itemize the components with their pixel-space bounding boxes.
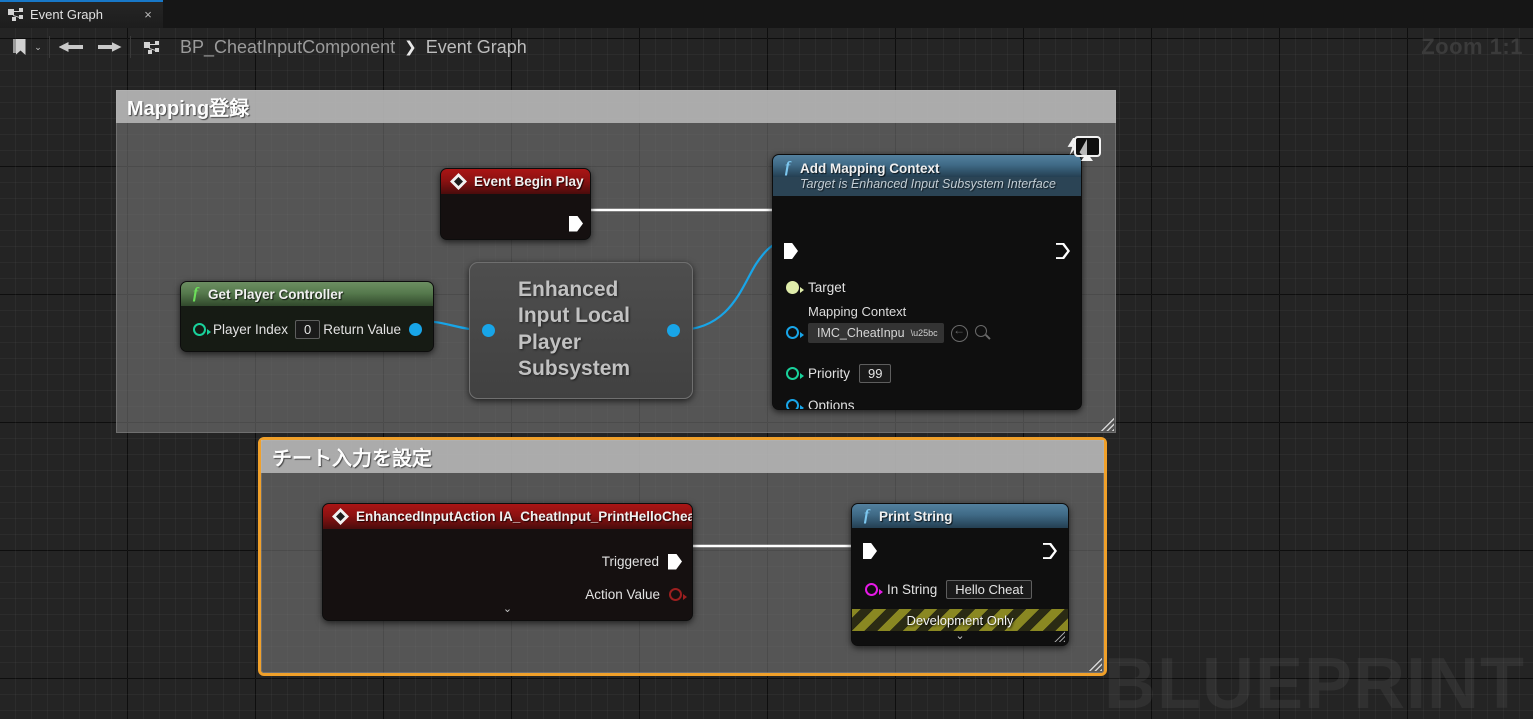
comment-header[interactable]: Mapping登録 — [116, 90, 1116, 123]
blueprint-graph-canvas[interactable]: BLUEPRINT Mapping登録 チート入力を設定 Event Begin… — [0, 28, 1533, 719]
pin-row-mapping-context[interactable]: Mapping Context IMC_CheatInpu \u25bc — [786, 304, 992, 343]
node-title: EnhancedInputAction IA_CheatInput_PrintH… — [356, 509, 693, 524]
node-body — [441, 194, 590, 239]
tab-strip: Event Graph × — [0, 0, 1533, 28]
arrow-right-icon[interactable] — [90, 28, 129, 66]
pin-label: Triggered — [601, 554, 659, 569]
node-title: Get Player Controller — [208, 286, 344, 302]
exec-in-pin[interactable] — [784, 243, 798, 259]
pin-label: Options — [808, 398, 855, 410]
node-event-begin-play[interactable]: Event Begin Play — [440, 168, 591, 240]
tab-event-graph[interactable]: Event Graph × — [0, 0, 163, 28]
comment-title: Mapping登録 — [127, 98, 250, 120]
node-subtitle: Target is Enhanced Input Subsystem Inter… — [773, 177, 1081, 196]
node-title: Add Mapping Context — [800, 160, 940, 176]
graph-toolbar: ⌄ BP_CheatInputComponent ❯ Event Graph Z… — [0, 28, 1533, 66]
pin-row-triggered[interactable]: Triggered — [602, 548, 682, 575]
subsystem-in-pin[interactable] — [482, 324, 495, 337]
pin-row-options[interactable]: Options — [786, 392, 855, 410]
pin-label: Target — [808, 280, 846, 295]
subsystem-out-pin[interactable] — [667, 324, 680, 337]
pin-label: Player Index — [213, 322, 289, 337]
exec-out-pin[interactable] — [569, 215, 583, 232]
bookmark-icon[interactable] — [0, 28, 28, 66]
node-add-mapping-context[interactable]: f Add Mapping Context Target is Enhanced… — [772, 154, 1082, 410]
tab-label: Event Graph — [30, 6, 103, 22]
options-in-pin[interactable] — [786, 399, 804, 409]
node-expander-toggle[interactable]: ⌄ — [323, 599, 692, 618]
target-in-pin[interactable] — [786, 281, 804, 294]
node-enhanced-input-action[interactable]: EnhancedInputAction IA_CheatInput_PrintH… — [322, 503, 693, 621]
triggered-out-pin[interactable] — [668, 553, 682, 570]
in-string-input[interactable]: Hello Cheat — [946, 580, 1033, 599]
function-f-icon: f — [863, 507, 870, 524]
comment-title: チート入力を設定 — [272, 448, 432, 470]
node-body: Player Index 0 Return Value — [181, 306, 433, 351]
exec-out-pin[interactable] — [1043, 543, 1057, 559]
chevron-down-icon[interactable]: ⌄ — [28, 28, 48, 66]
node-header[interactable]: f Add Mapping Context — [773, 155, 1081, 177]
priority-input[interactable]: 99 — [859, 364, 892, 383]
mapping-context-dropdown[interactable]: IMC_CheatInpu \u25bc — [808, 323, 944, 343]
exec-out-pin[interactable] — [1056, 243, 1070, 259]
pin-row-return-value[interactable]: Return Value — [323, 316, 422, 343]
pin-label: Mapping Context — [808, 304, 907, 319]
toolbar-divider — [49, 36, 50, 58]
priority-in-pin[interactable] — [786, 367, 804, 380]
node-header[interactable]: f Print String — [852, 504, 1068, 528]
close-icon[interactable]: × — [141, 8, 155, 21]
node-enhanced-input-local-player-subsystem[interactable]: Enhanced Input Local Player Subsystem — [469, 262, 693, 399]
watch-value-icon[interactable] — [1067, 134, 1101, 164]
node-expander-toggle[interactable]: ⌄ — [852, 626, 1068, 645]
node-print-string[interactable]: f Print String In String Hello Cheat Dev… — [851, 503, 1069, 646]
chevron-right-icon: ❯ — [404, 38, 417, 56]
node-header[interactable]: f Get Player Controller — [181, 282, 433, 306]
arrow-left-icon[interactable] — [51, 28, 90, 66]
dropdown-value: IMC_CheatInpu — [817, 326, 905, 340]
mapping-context-in-pin[interactable] — [786, 326, 804, 339]
in-string-pin[interactable] — [865, 583, 883, 596]
pin-row-player-index[interactable]: Player Index 0 — [193, 316, 321, 343]
node-body: In String Hello Cheat Development Only ⌄ — [852, 528, 1068, 645]
comment-header[interactable]: チート入力を設定 — [261, 440, 1104, 473]
player-index-in-pin[interactable] — [193, 323, 211, 336]
event-diamond-icon — [450, 173, 467, 190]
pin-row-exec-out[interactable] — [569, 210, 583, 237]
pin-row-in-string[interactable]: In String Hello Cheat — [865, 576, 1033, 603]
blueprint-watermark: BLUEPRINT — [1104, 644, 1525, 719]
node-get-player-controller[interactable]: f Get Player Controller Player Index 0 R… — [180, 281, 434, 352]
node-body: Triggered Action Value ⌄ — [323, 529, 692, 620]
pin-row-priority[interactable]: Priority 99 — [786, 360, 892, 387]
exec-in-pin[interactable] — [863, 543, 877, 559]
chevron-down-icon: \u25bc — [910, 328, 938, 338]
function-f-icon: f — [192, 285, 199, 302]
return-value-out-pin[interactable] — [409, 323, 422, 336]
toolbar-divider — [130, 36, 131, 58]
pin-row-target[interactable]: Target — [786, 274, 846, 301]
pin-label: Priority — [808, 366, 851, 381]
node-title: Enhanced Input Local Player Subsystem — [518, 278, 631, 381]
node-title: Print String — [879, 508, 953, 524]
graph-icon — [8, 7, 23, 21]
graph-icon — [132, 28, 170, 66]
zoom-level-label: Zoom 1:1 — [1421, 34, 1523, 59]
node-body: Target Mapping Context IMC_CheatInpu \u2… — [773, 196, 1081, 409]
function-f-icon: f — [784, 159, 791, 176]
node-title: Event Begin Play — [474, 174, 584, 189]
node-header[interactable]: EnhancedInputAction IA_CheatInput_PrintH… — [323, 504, 692, 529]
breadcrumb-item-blueprint[interactable]: BP_CheatInputComponent — [180, 37, 395, 58]
pin-label: Return Value — [323, 322, 401, 337]
breadcrumb: BP_CheatInputComponent ❯ Event Graph — [180, 37, 527, 58]
node-header[interactable]: Event Begin Play — [441, 169, 590, 194]
event-diamond-icon — [332, 508, 349, 525]
browse-back-icon[interactable] — [950, 323, 968, 342]
search-icon[interactable] — [974, 324, 992, 342]
player-index-input[interactable]: 0 — [295, 320, 321, 339]
pin-label: In String — [887, 582, 938, 597]
breadcrumb-item-event-graph[interactable]: Event Graph — [426, 37, 527, 58]
